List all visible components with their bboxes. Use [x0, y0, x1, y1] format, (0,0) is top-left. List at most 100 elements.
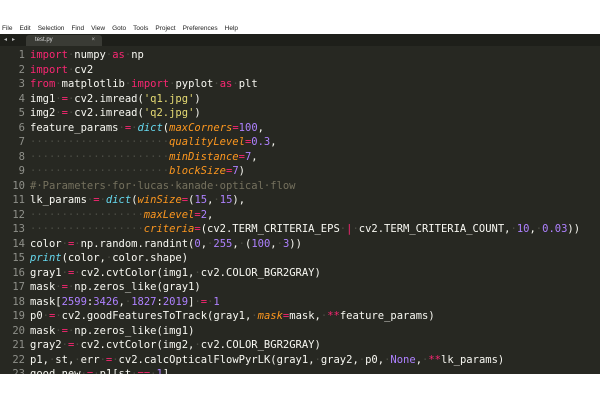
code-line[interactable]: lk_params·=·dict(winSize=(15,·15), [30, 193, 600, 208]
menu-preferences[interactable]: Preferences [183, 25, 218, 32]
code-line[interactable]: ··················maxLevel=2, [30, 208, 600, 223]
number-token: 1 [213, 295, 220, 308]
line-number: 8 [18, 150, 25, 163]
code-line[interactable]: p1,·st,·err·=·cv2.calcOpticalFlowPyrLK(g… [30, 353, 600, 368]
code-token: np.random.randint( [80, 237, 195, 250]
keyword-token: from [30, 78, 56, 90]
code-line[interactable]: mask·=·np.zeros_like(gray1) [30, 280, 600, 295]
code-line[interactable]: ······················qualityLevel=0.3, [30, 135, 600, 150]
code-line[interactable]: p0·=·cv2.goodFeaturesToTrack(gray1,·mask… [30, 309, 600, 324]
line-number: 15 [12, 252, 25, 264]
line-number: 12 [12, 208, 25, 221]
menu-selection[interactable]: Selection [38, 25, 65, 32]
line-number: 21 [12, 339, 25, 351]
file-tab[interactable]: test.py × [26, 35, 102, 46]
code-token: matplotlib [61, 78, 125, 90]
code-token: color [30, 237, 62, 250]
code-token: cv2.calcOpticalFlowPyrLK(gray1, [118, 353, 315, 366]
number-token: 15 [219, 194, 233, 206]
line-number: 20 [12, 324, 25, 337]
line-number: 17 [12, 281, 25, 293]
code-token: st, [55, 353, 75, 366]
number-token: 10 [516, 223, 530, 235]
code-token: ) [194, 107, 201, 119]
line-number: 4 [18, 92, 25, 105]
keyword-token: import [30, 49, 68, 61]
code-token: ) [238, 165, 245, 177]
code-line[interactable]: color·=·np.random.randint(0,·255,·(100,·… [30, 237, 600, 252]
menu-project[interactable]: Project [155, 25, 175, 32]
number-token: 0.03 [542, 223, 568, 235]
code-line[interactable]: img1·=·cv2.imread('q1.jpg') [30, 92, 600, 107]
menu-tools[interactable]: Tools [133, 25, 148, 32]
code-line[interactable]: good_new·=·p1[st·==·1] [30, 367, 600, 374]
line-number: 2 [18, 63, 25, 76]
code-token: p0 [30, 310, 43, 322]
code-token: cv2.TERM_CRITERIA_COUNT, [358, 223, 511, 235]
tab-label: test.py [35, 37, 53, 43]
code-token: cv2.cvtColor(img2, [80, 339, 195, 351]
code-area[interactable]: import·numpy·as·np import·cv2 from·matplot… [30, 48, 600, 374]
line-number: 11 [12, 194, 25, 206]
string-token: 'q1.jpg' [143, 92, 195, 105]
code-line[interactable]: img2·=·cv2.imread('q2.jpg') [30, 106, 600, 121]
code-token: (cv2.TERM_CRITERIA_EPS [200, 223, 340, 235]
code-token: cv2.imread( [74, 107, 144, 119]
code-line[interactable]: print(color,·color.shape) [30, 251, 600, 266]
code-line[interactable]: import·cv2 [30, 63, 600, 78]
code-token: ) [194, 92, 201, 105]
code-token: cv2.cvtColor(img1, [80, 266, 195, 279]
code-token: pyplot [175, 78, 214, 90]
line-number: 19 [12, 310, 25, 322]
line-number: 7 [18, 136, 25, 148]
keyword-token: as [219, 78, 233, 90]
code-editor[interactable]: 1 2 3 4 5 6 7 8 9 10 11 12 13 14 15 16 17 18 19 20 21 22 23 im… [0, 48, 600, 374]
code-token: cv2.imread( [74, 92, 144, 105]
whitespace-marker: ······················ [30, 136, 170, 148]
menu-edit[interactable]: Edit [19, 25, 30, 32]
parameter-token: blockSize [169, 165, 226, 177]
code-line[interactable]: gray2·=·cv2.cvtColor(img2,·cv2.COLOR_BGR… [30, 338, 600, 353]
code-line[interactable]: mask·=·np.zeros_like(img1) [30, 324, 600, 339]
line-number: 14 [12, 237, 25, 250]
code-line[interactable]: mask[2599:3426,·1827:2019]·=·1 [30, 295, 600, 310]
code-token: cv2.COLOR_BGR2GRAY) [200, 266, 321, 279]
menu-find[interactable]: Find [71, 25, 84, 32]
code-line[interactable]: ··················criteria=(cv2.TERM_CRI… [30, 222, 600, 237]
code-token: ] [162, 368, 170, 374]
number-token: 100 [238, 121, 258, 134]
code-token: err [80, 353, 100, 366]
menu-view[interactable]: View [91, 25, 105, 32]
tab-nav-left-icon[interactable]: ◂ [4, 34, 7, 46]
code-token: cv2.COLOR_BGR2GRAY) [200, 339, 321, 351]
code-token: img2 [30, 107, 56, 119]
menu-bar: File Edit Selection Find View Goto Tools… [0, 22, 600, 34]
code-line[interactable]: #·Parameters·for·lucas·kanade·optical·fl… [30, 179, 600, 194]
keyword-token: import [30, 63, 68, 76]
number-token: 255 [213, 237, 233, 250]
keyword-token: import [131, 78, 170, 90]
code-line[interactable]: from·matplotlib·import·pyplot·as·plt [30, 77, 600, 92]
code-line[interactable]: ······················blockSize=7) [30, 164, 600, 179]
code-token: gray2 [30, 339, 62, 351]
code-token: feature_params) [339, 310, 435, 322]
menu-goto[interactable]: Goto [112, 25, 126, 32]
menu-help[interactable]: Help [225, 25, 238, 32]
code-line[interactable]: feature_params·=·dict(maxCorners=100, [30, 121, 600, 136]
code-token: gray2, [320, 353, 359, 366]
comment-token: #·Parameters·for·lucas·kanade·optical·fl… [30, 179, 296, 192]
code-token: img1 [30, 92, 56, 105]
code-line[interactable]: import·numpy·as·np [30, 48, 600, 63]
number-token: None [390, 353, 416, 366]
code-line[interactable]: gray1·=·cv2.cvtColor(img1,·cv2.COLOR_BGR… [30, 266, 600, 281]
code-line[interactable]: ······················minDistance=7, [30, 150, 600, 165]
tab-close-icon[interactable]: × [91, 35, 95, 46]
line-number: 16 [12, 266, 25, 279]
number-token: 3426 [93, 295, 119, 308]
code-token: mask, [289, 310, 321, 322]
parameter-token: mask [257, 310, 283, 322]
code-token: mask[ [30, 295, 62, 308]
menu-file[interactable]: File [2, 25, 12, 32]
whitespace-marker: ······················ [30, 165, 170, 177]
tab-nav-right-icon[interactable]: ▸ [12, 34, 15, 46]
